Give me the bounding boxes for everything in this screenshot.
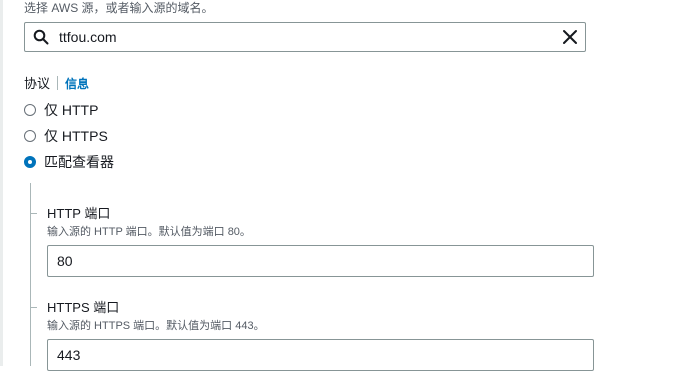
http-port-input[interactable] <box>47 245 594 277</box>
https-port-input[interactable] <box>47 339 594 371</box>
divider <box>57 76 59 90</box>
nested-indent-tick <box>31 213 37 214</box>
radio-http-only[interactable]: 仅 HTTP <box>24 101 98 119</box>
info-link[interactable]: 信息 <box>65 77 89 91</box>
radio-label: 仅 HTTP <box>44 102 99 118</box>
http-port-label: HTTP 端口 <box>47 206 111 221</box>
nested-indent-line <box>30 183 31 366</box>
radio-label: 仅 HTTPS <box>44 128 108 144</box>
radio-label: 匹配查看器 <box>44 154 114 170</box>
nested-indent-tick <box>31 307 37 308</box>
radio-circle[interactable] <box>24 130 36 142</box>
origin-search-field[interactable] <box>24 22 586 52</box>
radio-circle-selected[interactable] <box>24 156 36 168</box>
panel-left-border <box>0 0 3 366</box>
origin-domain-input[interactable] <box>59 23 559 51</box>
protocol-header: 协议 信息 <box>24 76 89 92</box>
radio-https-only[interactable]: 仅 HTTPS <box>24 127 108 145</box>
https-port-label: HTTPS 端口 <box>47 300 120 315</box>
radio-circle[interactable] <box>24 104 36 116</box>
http-port-description: 输入源的 HTTP 端口。默认值为端口 80。 <box>47 226 251 238</box>
protocol-label: 协议 <box>24 76 51 91</box>
https-port-description: 输入源的 HTTPS 端口。默认值为端口 443。 <box>47 320 265 332</box>
close-icon[interactable] <box>561 28 579 46</box>
search-icon <box>33 29 49 45</box>
radio-match-viewer[interactable]: 匹配查看器 <box>24 153 114 171</box>
origin-description: 选择 AWS 源，或者输入源的域名。 <box>24 1 214 15</box>
